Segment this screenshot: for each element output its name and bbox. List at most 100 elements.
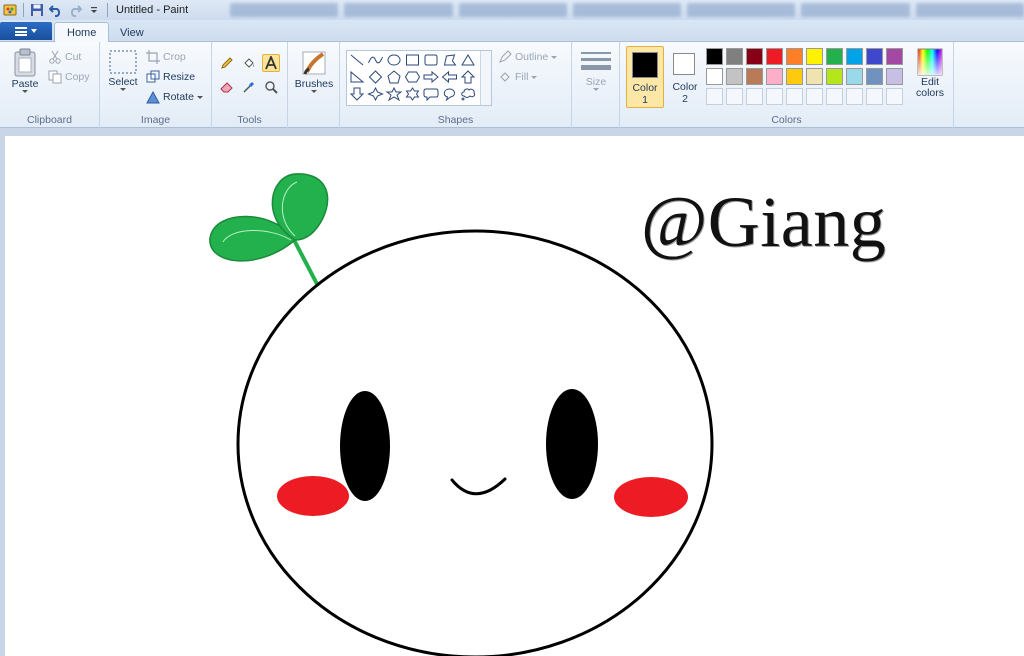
palette-swatch[interactable] bbox=[846, 68, 863, 85]
shape-oval-callout[interactable] bbox=[443, 88, 455, 102]
shape-rounded-callout[interactable] bbox=[423, 88, 439, 102]
shape-oval[interactable] bbox=[387, 54, 401, 66]
image-group: Select Crop Resize Rotate Image bbox=[100, 42, 212, 128]
palette-swatch[interactable] bbox=[866, 48, 883, 65]
shapes-grid[interactable] bbox=[347, 51, 481, 105]
palette-swatch[interactable] bbox=[826, 48, 843, 65]
brushes-button[interactable]: Brushes bbox=[294, 48, 334, 93]
redo-icon[interactable] bbox=[67, 2, 83, 18]
resize-button[interactable]: Resize bbox=[146, 70, 195, 84]
custom-color-slot[interactable] bbox=[746, 88, 763, 105]
curve-icon bbox=[368, 56, 383, 64]
fill-button[interactable]: Fill bbox=[498, 70, 538, 84]
canvas-text: @Giang bbox=[641, 182, 887, 262]
shape-rounded-rectangle[interactable] bbox=[424, 54, 438, 66]
drawing-canvas[interactable]: @Giang bbox=[5, 136, 1024, 656]
shape-line[interactable] bbox=[350, 54, 364, 66]
custom-color-slot[interactable] bbox=[846, 88, 863, 105]
shape-polygon[interactable] bbox=[443, 54, 457, 66]
shape-cloud-callout[interactable] bbox=[461, 88, 476, 101]
chevron-down-icon bbox=[120, 88, 126, 91]
tab-home[interactable]: Home bbox=[54, 22, 110, 43]
resize-icon bbox=[146, 70, 160, 83]
shape-up-arrow[interactable] bbox=[460, 70, 476, 84]
color-picker-tool[interactable] bbox=[240, 78, 258, 96]
size-button[interactable]: Size bbox=[578, 50, 614, 91]
tab-view[interactable]: View bbox=[108, 22, 156, 43]
color2-button[interactable]: Color 2 bbox=[666, 46, 704, 108]
palette-swatch[interactable] bbox=[886, 48, 903, 65]
rotate-button[interactable]: Rotate bbox=[146, 90, 203, 104]
outline-button[interactable]: Outline bbox=[498, 50, 558, 64]
palette-swatch[interactable] bbox=[706, 48, 723, 65]
crop-button[interactable]: Crop bbox=[146, 50, 186, 64]
rotate-icon bbox=[146, 90, 160, 104]
eraser-tool[interactable] bbox=[218, 78, 236, 96]
palette-swatch[interactable] bbox=[806, 48, 823, 65]
shape-four-point-star[interactable] bbox=[367, 86, 384, 102]
paste-button[interactable]: Paste bbox=[8, 48, 42, 93]
down-arrow-icon bbox=[349, 87, 365, 101]
custom-color-slot[interactable] bbox=[766, 88, 783, 105]
fill-tool[interactable] bbox=[240, 54, 258, 72]
custom-color-slot[interactable] bbox=[886, 88, 903, 105]
text-tool[interactable] bbox=[262, 54, 280, 72]
palette-swatch[interactable] bbox=[766, 48, 783, 65]
save-icon[interactable] bbox=[29, 2, 45, 18]
palette-swatch[interactable] bbox=[846, 48, 863, 65]
qat-separator bbox=[23, 3, 24, 17]
shape-pentagon[interactable] bbox=[387, 70, 401, 84]
cut-button[interactable]: Cut bbox=[48, 50, 81, 64]
palette-swatch[interactable] bbox=[746, 68, 763, 85]
palette-swatch[interactable] bbox=[786, 68, 803, 85]
shape-down-arrow[interactable] bbox=[349, 87, 365, 101]
custom-color-slot[interactable] bbox=[706, 88, 723, 105]
custom-color-slot[interactable] bbox=[806, 88, 823, 105]
shape-diamond[interactable] bbox=[368, 70, 383, 84]
shape-six-point-star[interactable] bbox=[405, 87, 420, 101]
text-a-icon bbox=[265, 56, 277, 70]
select-button[interactable]: Select bbox=[106, 48, 140, 91]
scissors-icon bbox=[49, 50, 61, 64]
palette-swatch[interactable] bbox=[806, 68, 823, 85]
shape-hexagon[interactable] bbox=[404, 71, 421, 83]
palette-swatch[interactable] bbox=[826, 68, 843, 85]
magnifier-tool[interactable] bbox=[262, 78, 280, 96]
paint-menu-button[interactable] bbox=[0, 22, 52, 40]
shape-five-point-star[interactable] bbox=[385, 86, 403, 102]
color1-label: Color bbox=[632, 82, 658, 94]
shapes-gallery-scrollbar[interactable] bbox=[480, 51, 491, 105]
custom-color-slot[interactable] bbox=[866, 88, 883, 105]
paint-app-icon[interactable] bbox=[2, 2, 18, 18]
cloud-callout-icon bbox=[461, 88, 476, 101]
custom-color-slot[interactable] bbox=[826, 88, 843, 105]
palette-swatch[interactable] bbox=[886, 68, 903, 85]
shape-right-triangle[interactable] bbox=[350, 70, 365, 83]
ribbon: Paste Cut Copy Clipboard Select Crop Res… bbox=[0, 42, 1024, 128]
size-group: Size bbox=[572, 42, 620, 128]
customize-qat-icon[interactable] bbox=[86, 2, 102, 18]
palette-swatch[interactable] bbox=[726, 68, 743, 85]
shape-curve[interactable] bbox=[368, 56, 383, 64]
custom-color-slot[interactable] bbox=[726, 88, 743, 105]
copy-button[interactable]: Copy bbox=[48, 70, 90, 84]
undo-icon[interactable] bbox=[48, 2, 64, 18]
color1-button[interactable]: Color 1 bbox=[626, 46, 664, 108]
palette-swatch[interactable] bbox=[786, 48, 803, 65]
shape-triangle[interactable] bbox=[461, 54, 475, 66]
title-bar: Untitled - Paint bbox=[0, 0, 1024, 20]
paste-label: Paste bbox=[11, 78, 39, 90]
palette-swatch[interactable] bbox=[726, 48, 743, 65]
palette-swatch[interactable] bbox=[746, 48, 763, 65]
edit-colors-button[interactable]: Edit colors bbox=[910, 48, 950, 99]
palette-swatch[interactable] bbox=[766, 68, 783, 85]
quick-access-toolbar bbox=[0, 2, 110, 18]
pencil-tool[interactable] bbox=[218, 54, 236, 72]
palette-swatch[interactable] bbox=[706, 68, 723, 85]
colors-group-label: Colors bbox=[771, 114, 802, 126]
shape-left-arrow[interactable] bbox=[441, 70, 457, 84]
shape-right-arrow[interactable] bbox=[423, 70, 439, 84]
shape-rectangle[interactable] bbox=[406, 54, 419, 66]
palette-swatch[interactable] bbox=[866, 68, 883, 85]
custom-color-slot[interactable] bbox=[786, 88, 803, 105]
